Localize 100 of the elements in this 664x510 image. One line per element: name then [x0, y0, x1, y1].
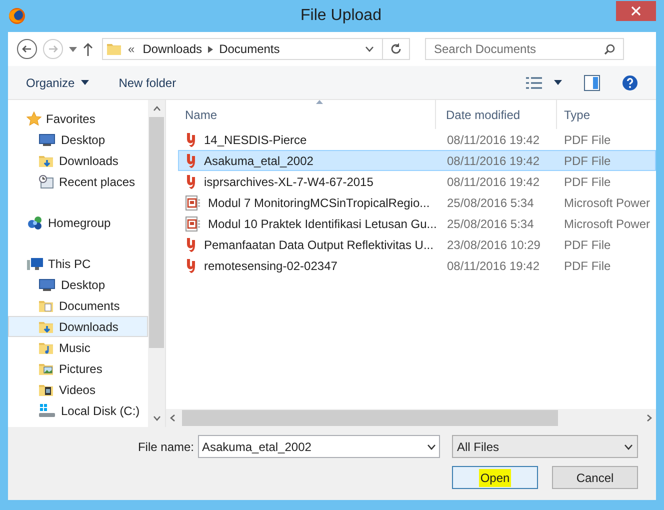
date-modified: 25/08/2016 5:34: [446, 194, 535, 212]
file-name-label: File name:: [138, 438, 194, 456]
dialog-button[interactable]: Cancel: [552, 466, 638, 489]
computer-icon: [26, 256, 44, 272]
file-type: Microsoft Power: [563, 194, 650, 212]
sidebar-item[interactable]: Downloads: [8, 316, 148, 337]
file-row[interactable]: isprsarchives-XL-7-W4-67-2015 08/11/2016 19:42 PDF File: [178, 171, 656, 192]
file-name: isprsarchives-XL-7-W4-67-2015: [204, 174, 374, 190]
star-icon: [26, 110, 42, 126]
chevron-down-icon[interactable]: [427, 444, 436, 450]
file-name: 14_NESDIS-Pierce: [204, 132, 307, 148]
breadcrumb-item[interactable]: Documents: [219, 40, 280, 58]
scroll-thumb[interactable]: [149, 117, 164, 348]
sidebar-item[interactable]: Desktop: [8, 274, 148, 295]
file-name-input[interactable]: Asakuma_etal_2002: [202, 438, 427, 456]
column-header[interactable]: Name: [178, 100, 436, 129]
scroll-up-icon[interactable]: [152, 106, 160, 111]
sidebar-item[interactable]: Pictures: [8, 358, 148, 379]
sidebar-item[interactable]: Homegroup: [8, 212, 148, 233]
sidebar-item[interactable]: Documents: [8, 295, 148, 316]
drive-icon: [38, 402, 56, 418]
search-field[interactable]: Search Documents: [425, 38, 624, 60]
file-name: Modul 10 Praktek Identifikasi Letusan Gu...: [208, 216, 437, 232]
date-modified: 08/11/2016 19:42: [446, 174, 541, 190]
new-folder-button[interactable]: New folder: [118, 74, 176, 92]
file-type-dropdown[interactable]: All Files: [452, 435, 638, 458]
file-type: Microsoft Power: [563, 216, 650, 232]
pdf-file-icon: [185, 152, 197, 168]
chevron-down-icon: [624, 444, 633, 450]
close-button[interactable]: [616, 1, 656, 21]
scroll-left-icon[interactable]: [170, 414, 175, 422]
slides-file-icon: [185, 216, 201, 232]
breadcrumb-overflow[interactable]: «: [128, 40, 135, 58]
pdf-file-icon: [185, 236, 197, 252]
monitor-icon: [38, 276, 56, 292]
homegroup-icon: [26, 214, 44, 232]
sort-arrow-icon: [316, 100, 323, 104]
search-input[interactable]: Search Documents: [434, 40, 604, 58]
breadcrumb-item[interactable]: Downloads: [142, 40, 202, 58]
monitor-icon: [38, 132, 56, 148]
refresh-icon[interactable]: [390, 43, 402, 55]
back-button[interactable]: [17, 39, 37, 59]
help-icon[interactable]: [622, 74, 638, 90]
sidebar-item[interactable]: This PC: [8, 253, 148, 274]
column-header[interactable]: Date modified: [436, 100, 557, 129]
date-modified: 08/11/2016 19:42: [446, 152, 541, 170]
slides-file-icon: [185, 194, 201, 210]
file-name: Pemanfaatan Data Output Reflektivitas U...: [204, 236, 434, 254]
file-type: PDF File: [563, 152, 611, 170]
scroll-down-icon[interactable]: [152, 416, 160, 421]
folder-icon: [106, 41, 122, 57]
search-icon: [604, 44, 615, 54]
file-type: PDF File: [563, 236, 611, 254]
chevron-down-icon[interactable]: [365, 46, 374, 52]
file-type: PDF File: [563, 132, 611, 148]
view-list-icon[interactable]: [526, 76, 542, 88]
sidebar-item[interactable]: Videos: [8, 379, 148, 400]
file-row[interactable]: remotesensing-02-02347 08/11/2016 19:42 PDF File: [178, 255, 656, 276]
back-arrow-icon: [22, 44, 32, 54]
dropdown-caret-icon[interactable]: [69, 46, 77, 52]
chevron-right-icon[interactable]: [208, 46, 214, 52]
window-title: File Upload: [300, 6, 382, 26]
file-type: PDF File: [563, 258, 611, 274]
sidebar-item[interactable]: Downloads: [8, 150, 148, 171]
file-name: remotesensing-02-02347: [204, 258, 338, 274]
pdf-file-icon: [185, 174, 197, 190]
sidebar-item[interactable]: Desktop: [8, 129, 148, 150]
sidebar-item[interactable]: Recent places: [8, 171, 148, 192]
file-row[interactable]: Pemanfaatan Data Output Reflektivitas U... 23/08/2016 10:29 PDF File: [178, 234, 656, 255]
sidebar-item[interactable]: Favorites: [8, 108, 148, 129]
file-row[interactable]: 14_NESDIS-Pierce 08/11/2016 19:42 PDF File: [178, 129, 656, 150]
date-modified: 23/08/2016 10:29: [446, 236, 542, 254]
file-row[interactable]: Modul 7 MonitoringMCSinTropicalRegio... 25/08/2016 5:34 Microsoft Power: [178, 192, 656, 213]
recent-places-icon: [38, 174, 54, 190]
dialog-button[interactable]: Open: [452, 466, 538, 489]
caret-icon[interactable]: [554, 80, 562, 85]
column-header[interactable]: Type: [557, 100, 656, 129]
date-modified: 08/11/2016 19:42: [446, 132, 541, 148]
horizontal-scrollbar[interactable]: [166, 409, 656, 427]
preview-pane-icon[interactable]: [584, 74, 600, 90]
browser-logo-icon: [8, 7, 26, 25]
forward-arrow-icon: [48, 44, 58, 54]
sidebar-item[interactable]: Music: [8, 337, 148, 358]
sidebar-item[interactable]: Local Disk (C:): [8, 400, 148, 421]
address-bar[interactable]: « Downloads Documents: [102, 38, 410, 60]
file-name-field[interactable]: Asakuma_etal_2002: [198, 435, 440, 458]
date-modified: 08/11/2016 19:42: [446, 258, 541, 274]
organize-menu[interactable]: Organize: [26, 74, 89, 92]
scroll-thumb[interactable]: [182, 410, 558, 426]
file-row[interactable]: Modul 10 Praktek Identifikasi Letusan Gu... 25/08/2016 5:34 Microsoft Power: [178, 213, 656, 234]
file-type: PDF File: [563, 174, 611, 190]
pdf-file-icon: [185, 132, 197, 148]
pdf-file-icon: [185, 258, 197, 274]
up-arrow-icon[interactable]: [83, 42, 93, 56]
file-row[interactable]: Asakuma_etal_2002 08/11/2016 19:42 PDF File: [178, 150, 656, 171]
vertical-scrollbar[interactable]: [148, 100, 165, 427]
date-modified: 25/08/2016 5:34: [446, 216, 535, 232]
close-icon: [631, 6, 641, 16]
scroll-right-icon[interactable]: [647, 414, 652, 422]
file-name: Asakuma_etal_2002: [204, 152, 314, 170]
